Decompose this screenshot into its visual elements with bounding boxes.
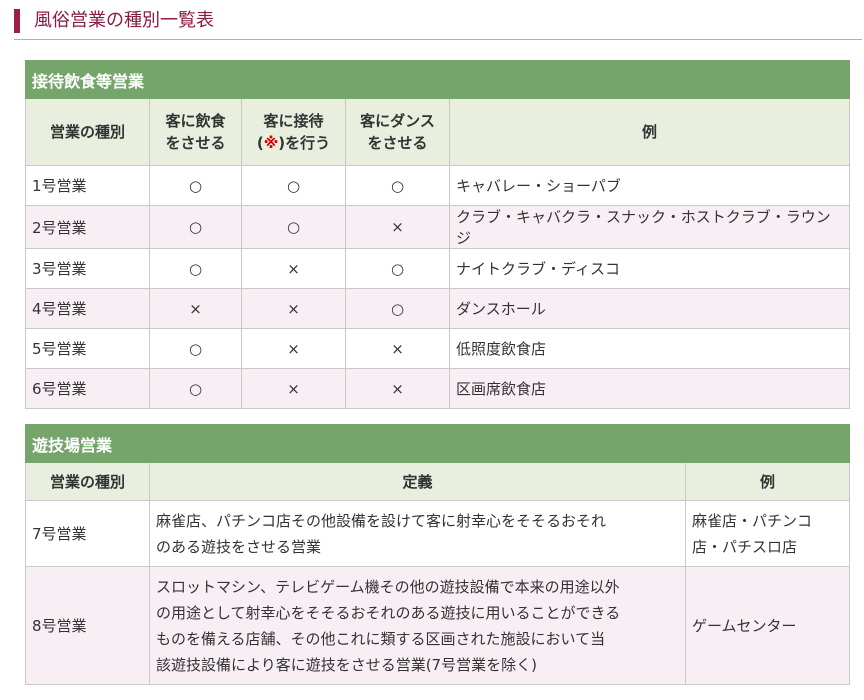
column-header-definition: 定義: [149, 462, 686, 501]
table-row: 8号営業 スロットマシン、テレビゲーム機その他の遊技設備で本来の用途以外 の用途…: [25, 566, 851, 685]
table-row: 6号営業 ○ × × 区画席飲食店: [25, 368, 851, 409]
column-header-example: 例: [684, 462, 851, 501]
cell-type: 5号営業: [25, 328, 150, 369]
definition-line: スロットマシン、テレビゲーム機その他の遊技設備で本来の用途以外: [156, 577, 620, 596]
cell-type: 1号営業: [25, 165, 150, 206]
table-row: 3号営業 ○ × ○ ナイトクラブ・ディスコ: [25, 248, 851, 289]
cell-entertain: ×: [241, 248, 346, 289]
header-line: 客にダンス: [360, 112, 435, 130]
table-caption: 接待飲食等営業: [24, 60, 851, 99]
table-row: 2号営業 ○ ○ × クラブ・キャバクラ・スナック・ホストクラブ・ラウンジ: [25, 205, 851, 249]
entertainment-restaurant-table: 接待飲食等営業 営業の種別 客に飲食 をさせる 客に接待 (※)を行う 客にダン…: [24, 60, 851, 409]
cell-definition: 麻雀店、パチンコ店その他設備を設けて客に射幸心をそそるおそれ のある遊技をさせる…: [149, 500, 686, 567]
note-mark: ※: [263, 134, 279, 152]
page-title: 風俗営業の種別一覧表: [34, 10, 214, 31]
cell-food: ○: [149, 368, 242, 409]
cell-example: ナイトクラブ・ディスコ: [448, 248, 851, 289]
cell-type: 7号営業: [25, 500, 150, 567]
cell-type: 3号営業: [25, 248, 150, 289]
cell-example: ゲームセンター: [684, 566, 851, 685]
header-paren: (: [256, 134, 264, 152]
amusement-table: 遊技場営業 営業の種別 定義 例 7号営業 麻雀店、パチンコ店その他設備を設けて…: [24, 424, 851, 685]
column-header-entertain: 客に接待 (※)を行う: [241, 98, 346, 166]
cell-food: ○: [149, 248, 242, 289]
definition-line: ものを備える店舗、その他これに類する区画された施設において当: [156, 629, 606, 648]
cell-dance: ○: [345, 165, 450, 206]
cell-example: ダンスホール: [448, 288, 851, 329]
table-row: 4号営業 × × ○ ダンスホール: [25, 288, 851, 329]
header-line: をさせる: [165, 134, 226, 152]
cell-type: 8号営業: [25, 566, 150, 685]
column-header-food: 客に飲食 をさせる: [149, 98, 242, 166]
table-row: 1号営業 ○ ○ ○ キャバレー・ショーパブ: [25, 165, 851, 206]
heading-accent-bar: [14, 9, 20, 33]
column-header-type: 営業の種別: [25, 462, 150, 501]
cell-type: 4号営業: [25, 288, 150, 329]
cell-food: ×: [149, 288, 242, 329]
table-row: 5号営業 ○ × × 低照度飲食店: [25, 328, 851, 369]
definition-line: 該遊技設備により客に遊技をさせる営業(7号営業を除く): [156, 655, 537, 674]
definition-line: の用途として射幸心をそそるおそれのある遊技に用いることができる: [156, 603, 621, 622]
column-header-dance: 客にダンス をさせる: [345, 98, 450, 166]
example-line: 店・パチスロ店: [692, 537, 798, 556]
cell-entertain: ○: [241, 205, 346, 249]
cell-entertain: ×: [241, 328, 346, 369]
cell-type: 2号営業: [25, 205, 150, 249]
cell-dance: ○: [345, 248, 450, 289]
cell-dance: ×: [345, 368, 450, 409]
cell-definition: スロットマシン、テレビゲーム機その他の遊技設備で本来の用途以外 の用途として射幸…: [149, 566, 686, 685]
example-line: ゲームセンター: [692, 616, 797, 635]
table-caption: 遊技場営業: [24, 424, 851, 463]
cell-food: ○: [149, 205, 242, 249]
definition-line: 麻雀店、パチンコ店その他設備を設けて客に射幸心をそそるおそれ: [156, 511, 607, 530]
cell-example: 低照度飲食店: [448, 328, 851, 369]
table-row: 7号営業 麻雀店、パチンコ店その他設備を設けて客に射幸心をそそるおそれ のある遊…: [25, 500, 851, 567]
cell-food: ○: [149, 165, 242, 206]
header-line: )を行う: [278, 134, 331, 152]
cell-entertain: ○: [241, 165, 346, 206]
column-header-type: 営業の種別: [25, 98, 150, 166]
column-header-example: 例: [448, 98, 851, 166]
header-line: をさせる: [367, 134, 428, 152]
section-heading: 風俗営業の種別一覧表: [14, 6, 862, 40]
header-line: 客に接待: [263, 112, 324, 130]
cell-entertain: ×: [241, 288, 346, 329]
cell-dance: ×: [345, 328, 450, 369]
cell-example: クラブ・キャバクラ・スナック・ホストクラブ・ラウンジ: [448, 205, 851, 249]
cell-dance: ×: [345, 205, 450, 249]
cell-dance: ○: [345, 288, 450, 329]
header-line: 客に飲食: [165, 112, 226, 130]
definition-line: のある遊技をさせる営業: [156, 537, 322, 556]
cell-example: 麻雀店・パチンコ 店・パチスロ店: [684, 500, 851, 567]
cell-type: 6号営業: [25, 368, 150, 409]
cell-entertain: ×: [241, 368, 346, 409]
cell-food: ○: [149, 328, 242, 369]
cell-example: 区画席飲食店: [448, 368, 851, 409]
cell-example: キャバレー・ショーパブ: [448, 165, 851, 206]
example-line: 麻雀店・パチンコ: [692, 511, 813, 530]
